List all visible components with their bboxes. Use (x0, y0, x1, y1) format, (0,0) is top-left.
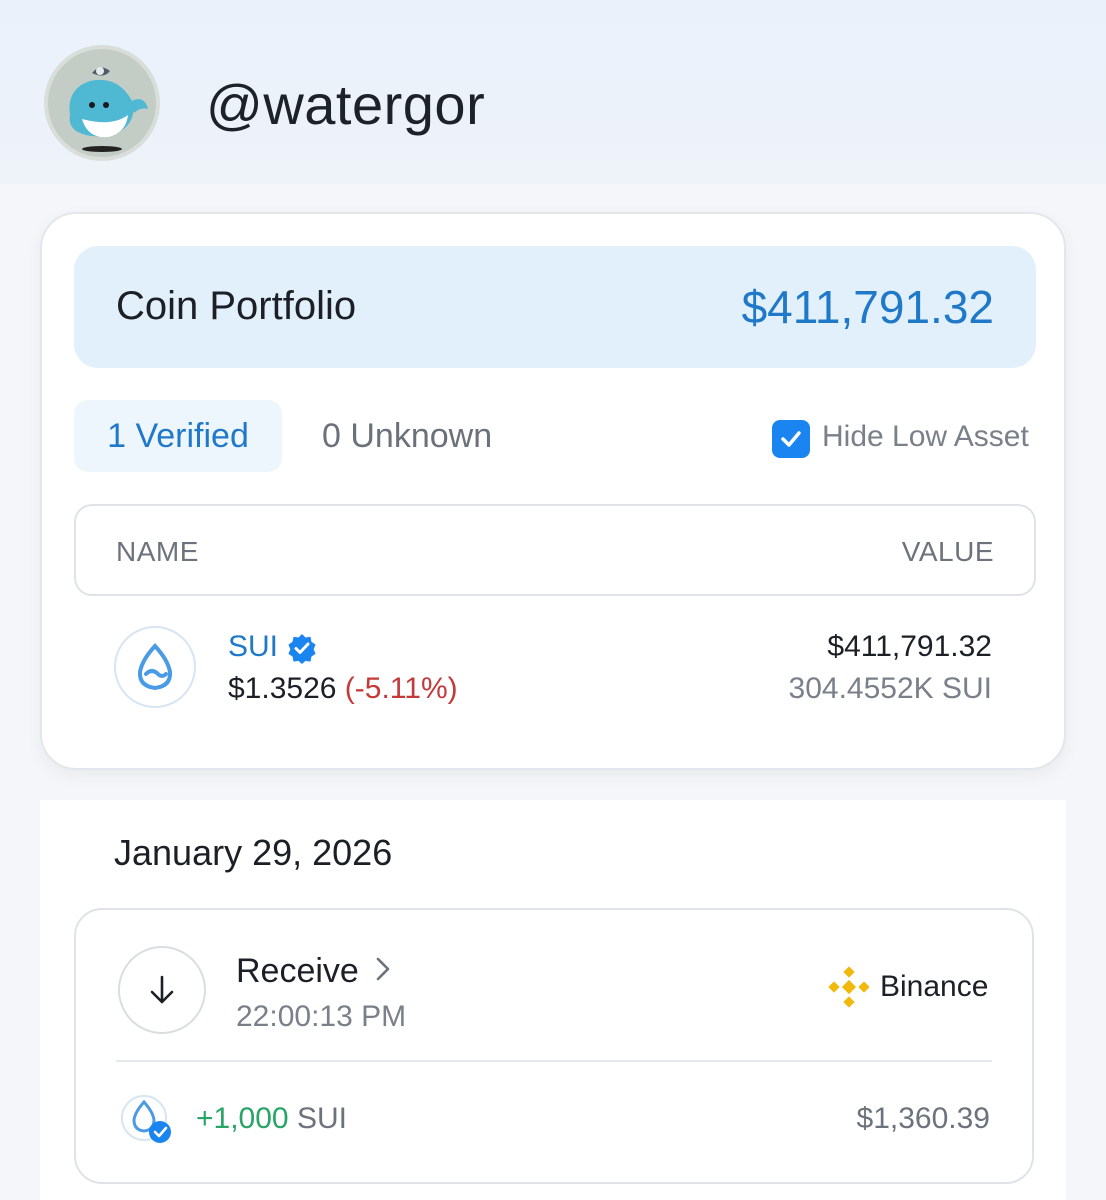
sui-drop-icon (137, 643, 173, 691)
binance-logo-icon (828, 966, 870, 1008)
whale-avatar-icon (69, 67, 148, 152)
receive-arrow-icon (118, 946, 206, 1034)
tab-verified[interactable]: 1 Verified (74, 400, 282, 472)
portfolio-title: Coin Portfolio (116, 284, 357, 328)
avatar[interactable] (44, 45, 160, 161)
hide-low-asset-label[interactable]: Hide Low Asset (822, 420, 1029, 454)
coin-price: $1.3526 (-5.11%) (228, 672, 458, 706)
coin-amount: 304.4552K SUI (788, 672, 992, 705)
tab-unknown[interactable]: 0 Unknown (322, 400, 492, 472)
transaction-card[interactable]: Receive 22:00:13 PM Binance +1,000 SUI $… (74, 908, 1034, 1184)
sui-token-verified-icon (121, 1095, 171, 1143)
column-header-name[interactable]: NAME (116, 536, 199, 568)
transaction-time: 22:00:13 PM (236, 1000, 407, 1033)
checkmark-icon (781, 431, 801, 447)
activity-panel: January 29, 2026 Receive 22:00:13 PM Bin… (40, 800, 1066, 1200)
verified-badge-icon (288, 634, 316, 664)
coin-value: $411,791.32 (827, 630, 992, 663)
coin-price-change: (-5.11%) (344, 672, 458, 705)
username: @watergor (206, 73, 486, 136)
table-header: NAME VALUE (74, 504, 1036, 596)
sui-logo[interactable] (114, 626, 196, 708)
amount-unit: SUI (296, 1102, 347, 1135)
divider (116, 1060, 992, 1062)
portfolio-card: Coin Portfolio $411,791.32 1 Verified 0 … (40, 212, 1066, 770)
portfolio-total-value: $411,791.32 (741, 281, 994, 333)
transaction-type[interactable]: Receive (236, 952, 359, 991)
transaction-amount: +1,000 SUI (196, 1102, 347, 1136)
activity-date: January 29, 2026 (114, 832, 393, 873)
coin-symbol[interactable]: SUI (228, 630, 278, 664)
profile-header: @watergor (0, 0, 1106, 184)
column-header-value[interactable]: VALUE (902, 536, 994, 568)
exchange-name: Binance (880, 970, 989, 1003)
amount-value: +1,000 (196, 1102, 289, 1135)
arrow-down-icon (150, 975, 174, 1004)
transaction-usd-value: $1,360.39 (856, 1102, 990, 1135)
hide-low-asset-checkbox[interactable] (772, 420, 810, 458)
coin-price-value: $1.3526 (228, 672, 337, 705)
portfolio-summary: Coin Portfolio $411,791.32 (74, 246, 1036, 368)
chevron-right-icon[interactable] (372, 954, 394, 984)
